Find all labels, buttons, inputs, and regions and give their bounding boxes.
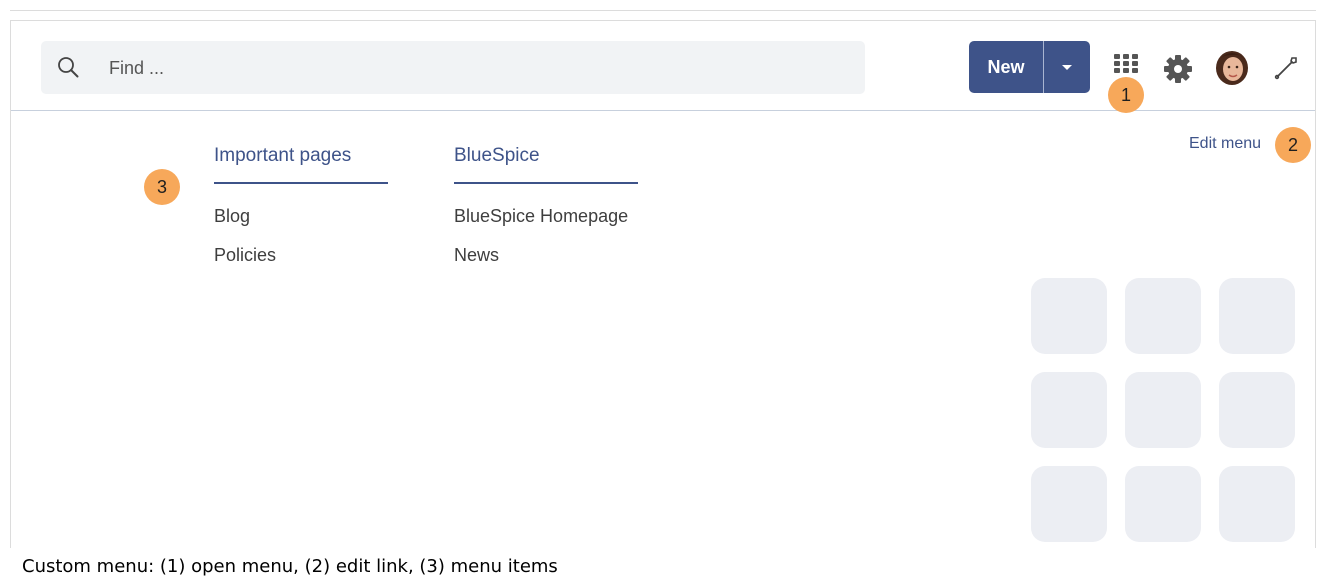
callout-badge-1: 1	[1108, 77, 1144, 113]
outer-frame-line	[10, 10, 1316, 11]
callout-badge-3: 3	[144, 169, 180, 205]
menu-heading: BlueSpice	[454, 145, 638, 184]
menu-column-bluespice: BlueSpice BlueSpice Homepage News	[454, 145, 638, 265]
screenshot-frame: New	[10, 20, 1316, 548]
placeholder-tile	[1125, 278, 1201, 354]
edit-menu-link[interactable]: Edit menu	[1189, 135, 1261, 153]
menu-item-news[interactable]: News	[454, 245, 638, 265]
top-bar: New	[11, 21, 1315, 113]
placeholder-tile	[1031, 372, 1107, 448]
callout-badge-2: 2	[1275, 127, 1311, 163]
apps-grid-icon[interactable]	[1114, 54, 1138, 74]
search-input[interactable]	[109, 55, 809, 81]
placeholder-tile	[1219, 466, 1295, 542]
placeholder-tile	[1219, 372, 1295, 448]
search-icon	[58, 57, 79, 78]
figure-caption: Custom menu: (1) open menu, (2) edit lin…	[22, 556, 558, 577]
new-button[interactable]: New	[969, 41, 1044, 93]
gear-icon[interactable]	[1163, 54, 1193, 84]
menu-heading: Important pages	[214, 145, 388, 184]
new-dropdown-toggle[interactable]	[1044, 41, 1090, 93]
avatar[interactable]	[1215, 50, 1249, 86]
placeholder-tile	[1125, 372, 1201, 448]
placeholder-tile	[1031, 278, 1107, 354]
menu-item-blog[interactable]: Blog	[214, 206, 388, 226]
new-button-group: New	[969, 41, 1090, 93]
caret-down-icon	[1062, 64, 1072, 70]
search-box[interactable]	[41, 41, 865, 94]
menu-column-important-pages: Important pages Blog Policies	[214, 145, 388, 265]
menu-item-policies[interactable]: Policies	[214, 245, 388, 265]
placeholder-tile	[1219, 278, 1295, 354]
wrench-icon[interactable]	[1272, 54, 1300, 82]
menu-item-bluespice-homepage[interactable]: BlueSpice Homepage	[454, 206, 638, 226]
placeholder-tile	[1125, 466, 1201, 542]
placeholder-tile	[1031, 466, 1107, 542]
